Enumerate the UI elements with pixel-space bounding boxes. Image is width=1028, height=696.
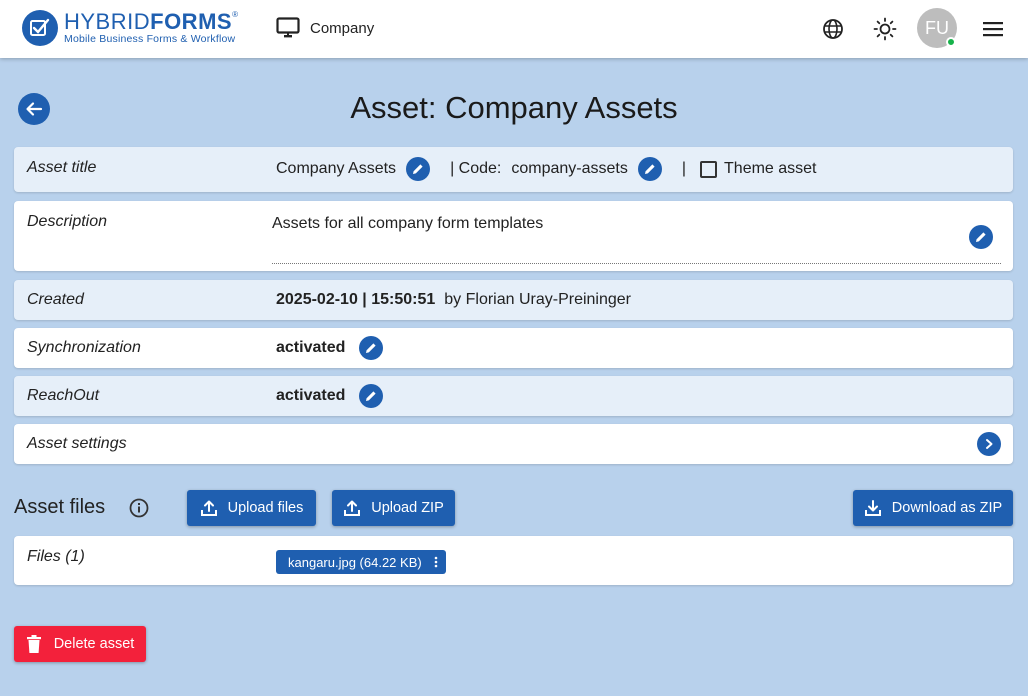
pencil-icon <box>976 232 986 242</box>
upload-files-label: Upload files <box>227 500 304 516</box>
asset-title-row: Asset title Company Assets | Code: compa… <box>14 147 1013 192</box>
reachout-label: ReachOut <box>27 387 100 404</box>
asset-code-value: company-assets <box>511 160 628 177</box>
top-bar: HYBRIDFORMS® Mobile Business Forms & Wor… <box>0 0 1028 58</box>
hamburger-menu-icon <box>983 22 1003 37</box>
main-menu-button[interactable] <box>980 16 1006 42</box>
asset-files-title: Asset files <box>14 496 106 518</box>
company-label: Company <box>310 19 375 37</box>
edit-description-button[interactable] <box>969 225 993 249</box>
company-selector[interactable]: Company <box>276 17 374 39</box>
theme-asset-label: Theme asset <box>724 160 817 177</box>
synchronization-values: activated <box>276 336 384 360</box>
online-status-dot <box>946 37 956 47</box>
delete-asset-button[interactable]: Delete asset <box>14 626 146 662</box>
upload-files-button[interactable]: Upload files <box>187 490 316 526</box>
download-zip-button[interactable]: Download as ZIP <box>853 490 1013 526</box>
description-underline <box>272 263 1001 264</box>
created-datetime: 2025-02-10 | 15:50:51 <box>276 291 436 308</box>
file-options-button[interactable] <box>434 556 438 568</box>
globe-icon <box>823 19 843 39</box>
chevron-right-icon <box>986 439 993 449</box>
theme-separator: | <box>681 160 687 177</box>
sun-icon <box>873 17 897 41</box>
edit-synchronization-button[interactable] <box>359 336 384 360</box>
asset-title-label: Asset title <box>27 159 97 176</box>
asset-files-info-button[interactable] <box>128 497 150 524</box>
created-by: by Florian Uray-Preininger <box>444 291 631 308</box>
reachout-values: activated <box>276 384 384 408</box>
synchronization-row: Synchronization activated <box>14 328 1013 368</box>
description-row: Description Assets for all company form … <box>14 201 1013 271</box>
edit-asset-code-button[interactable] <box>637 157 662 181</box>
pencil-icon <box>644 164 655 174</box>
asset-settings-row[interactable]: Asset settings <box>14 424 1013 464</box>
delete-asset-label: Delete asset <box>53 636 135 652</box>
synchronization-value: activated <box>276 339 346 356</box>
asset-title-values: Company Assets | Code: company-assets | … <box>276 157 817 181</box>
download-icon <box>864 500 881 516</box>
upload-icon <box>200 500 217 516</box>
download-zip-label: Download as ZIP <box>891 500 1003 516</box>
monitor-icon <box>276 17 300 38</box>
logo-registered: ® <box>232 10 239 20</box>
upload-icon <box>344 500 361 516</box>
logo-tagline: Mobile Business Forms & Workflow <box>64 33 236 46</box>
pencil-icon <box>366 391 376 401</box>
user-avatar[interactable]: FU <box>917 8 957 48</box>
created-values: 2025-02-10 | 15:50:51 by Florian Uray-Pr… <box>276 291 631 309</box>
logo-name-bold: FORMS <box>150 9 233 35</box>
theme-asset-checkbox[interactable] <box>700 160 718 178</box>
theme-toggle-button[interactable] <box>872 16 898 42</box>
created-row: Created 2025-02-10 | 15:50:51 by Florian… <box>14 280 1013 320</box>
reachout-row: ReachOut activated <box>14 376 1013 416</box>
pencil-icon <box>366 343 376 353</box>
page-title: Asset: Company Assets <box>350 90 678 125</box>
edit-asset-title-button[interactable] <box>406 157 431 181</box>
asset-code-label: | Code: <box>450 160 502 177</box>
upload-zip-button[interactable]: Upload ZIP <box>332 490 455 526</box>
hybridforms-logo[interactable]: HYBRIDFORMS® Mobile Business Forms & Wor… <box>22 10 238 46</box>
file-name: kangaru.jpg (64.22 KB) <box>288 554 422 570</box>
asset-settings-label: Asset settings <box>27 435 127 452</box>
asset-title-value: Company Assets <box>276 160 397 177</box>
language-button[interactable] <box>820 16 846 42</box>
description-label: Description <box>27 213 108 230</box>
created-label: Created <box>27 291 84 308</box>
description-value: Assets for all company form templates <box>272 215 544 232</box>
open-asset-settings-button[interactable] <box>977 432 1001 456</box>
edit-reachout-button[interactable] <box>359 384 384 408</box>
synchronization-label: Synchronization <box>27 339 141 356</box>
logo-text: HYBRIDFORMS® Mobile Business Forms & Wor… <box>64 11 238 45</box>
info-icon <box>129 498 149 518</box>
files-list-row: Files (1) kangaru.jpg (64.22 KB) <box>14 536 1013 585</box>
more-vertical-icon <box>434 556 438 568</box>
files-count-label: Files (1) <box>27 548 85 565</box>
logo-check-icon <box>22 10 58 46</box>
trash-icon <box>26 635 41 653</box>
pencil-icon <box>413 164 423 174</box>
avatar-initials: FU <box>925 17 949 38</box>
reachout-value: activated <box>276 387 346 404</box>
logo-name-light: HYBRID <box>64 9 151 35</box>
file-chip[interactable]: kangaru.jpg (64.22 KB) <box>276 550 446 574</box>
upload-zip-label: Upload ZIP <box>371 500 444 516</box>
